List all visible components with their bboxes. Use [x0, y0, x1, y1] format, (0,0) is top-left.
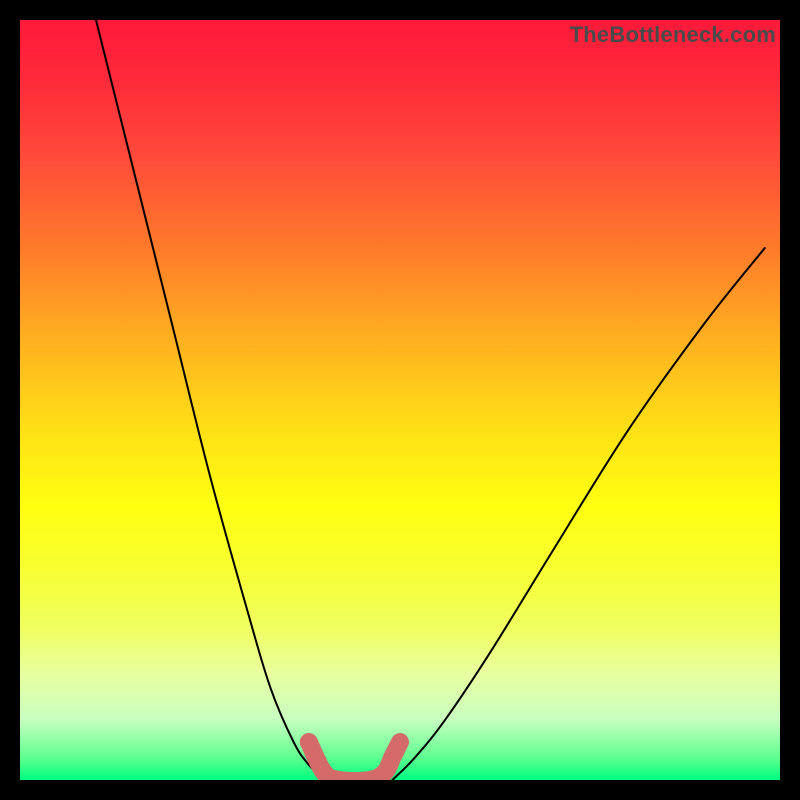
chart-svg	[20, 20, 780, 780]
left-curve-path	[96, 20, 324, 780]
right-curve-path	[392, 248, 764, 780]
curve-layer	[96, 20, 765, 780]
watermark-text: TheBottleneck.com	[570, 22, 776, 48]
trough-highlight-path	[309, 742, 400, 780]
chart-frame: TheBottleneck.com	[0, 0, 800, 800]
plot-area	[20, 20, 780, 780]
